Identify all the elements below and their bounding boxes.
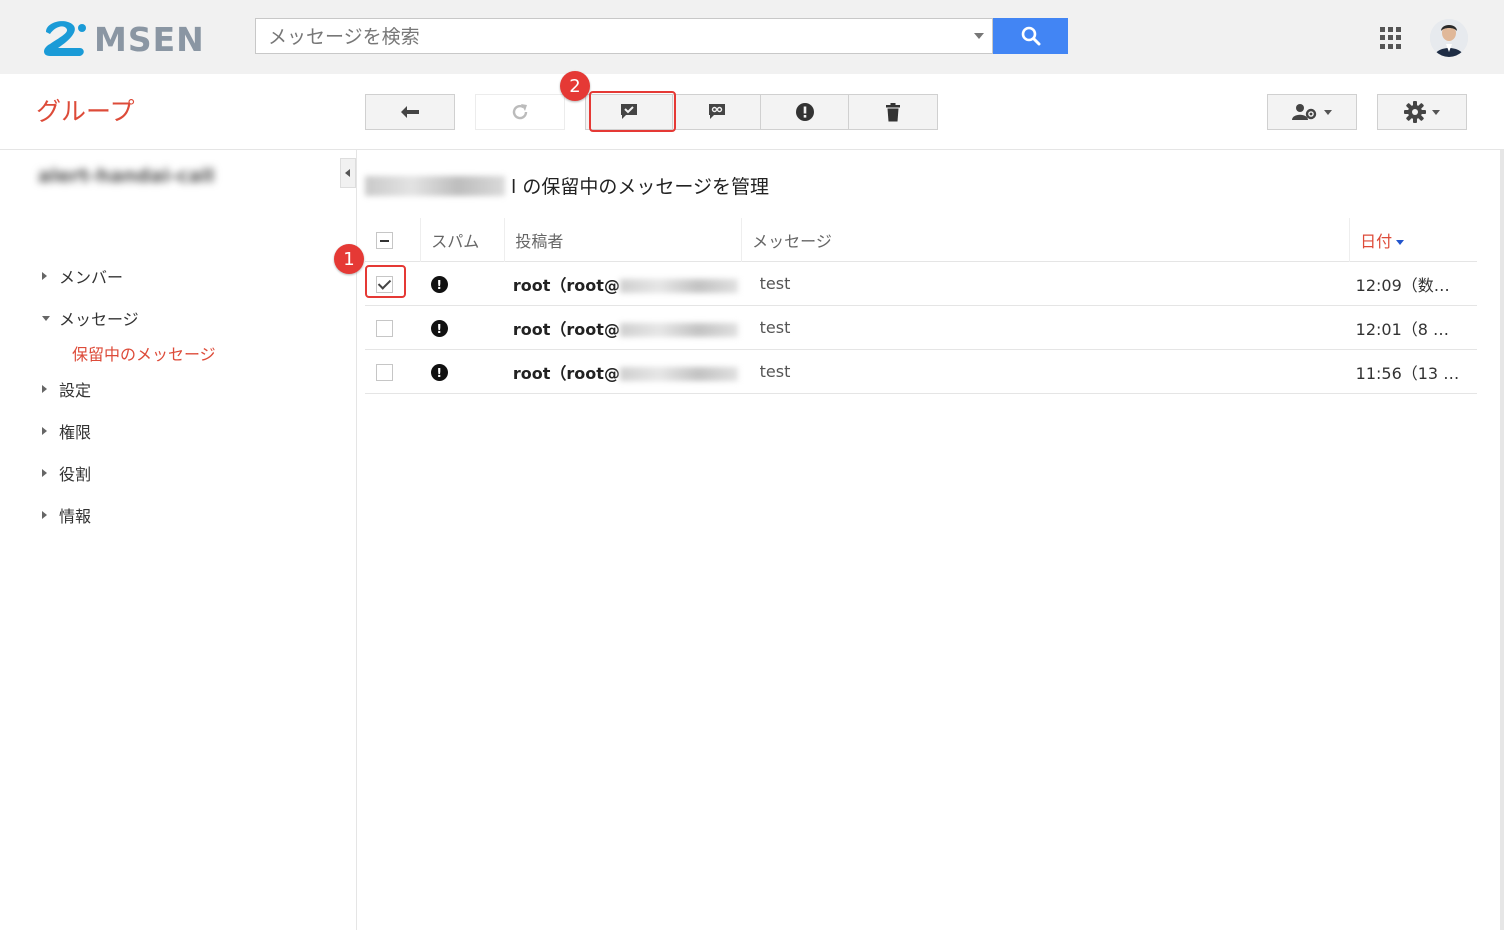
refresh-icon xyxy=(512,104,528,120)
search-button[interactable] xyxy=(993,18,1068,54)
expand-arrow-icon xyxy=(42,511,47,519)
annotation-badge-1: 1 xyxy=(334,244,364,274)
msen-logo[interactable]: MSEN xyxy=(40,18,205,60)
scrollbar[interactable] xyxy=(1500,150,1504,930)
expand-arrow-icon xyxy=(42,385,47,393)
chevron-down-icon xyxy=(1432,109,1440,115)
sort-desc-icon xyxy=(1396,239,1405,245)
redacted-email xyxy=(619,323,738,337)
apps-grid-icon[interactable] xyxy=(1380,27,1402,49)
sidebar-item-messages[interactable]: メッセージ xyxy=(42,306,139,330)
avatar[interactable] xyxy=(1430,19,1468,57)
sidebar-subitem-pending-messages[interactable]: 保留中のメッセージ xyxy=(72,341,216,365)
redacted-group-name xyxy=(365,175,505,196)
people-settings-icon xyxy=(1292,104,1317,120)
reject-message-icon xyxy=(708,104,725,119)
settings-button[interactable] xyxy=(1377,94,1467,130)
page-title[interactable]: グループ xyxy=(36,92,135,128)
expand-arrow-icon xyxy=(42,469,47,477)
table-row[interactable]: ! root（root@ test 12:09（数… xyxy=(365,261,1477,306)
sidebar-item-settings[interactable]: 設定 xyxy=(42,377,91,401)
spam-alert-icon: ! xyxy=(430,364,448,381)
delete-button[interactable] xyxy=(849,94,938,130)
author-cell: root（root@ xyxy=(504,349,742,394)
sidebar-item-label: 設定 xyxy=(59,381,92,400)
date-cell: 12:09（数… xyxy=(1349,261,1477,306)
sidebar-item-roles[interactable]: 役割 xyxy=(42,461,91,485)
main-heading: l の保留中のメッセージを管理 xyxy=(365,172,769,199)
main-heading-text: l の保留中のメッセージを管理 xyxy=(511,176,769,198)
refresh-button[interactable] xyxy=(475,94,565,130)
column-header-message: メッセージ xyxy=(741,218,1350,262)
spam-alert-icon: ! xyxy=(430,276,448,293)
author-cell: root（root@ xyxy=(504,305,742,350)
message-cell: test xyxy=(741,305,1350,350)
annotation-highlight-approve xyxy=(589,91,676,132)
sidebar-item-permissions[interactable]: 権限 xyxy=(42,419,91,443)
search-icon xyxy=(1021,26,1040,46)
trash-icon xyxy=(886,102,900,121)
sidebar-item-label: 権限 xyxy=(59,423,92,442)
redacted-email xyxy=(619,279,738,293)
annotation-highlight-checkbox xyxy=(365,265,406,298)
expand-arrow-icon xyxy=(42,272,47,280)
spam-alert-icon: ! xyxy=(430,320,448,337)
column-header-spam: スパム xyxy=(420,218,505,262)
user-avatar-icon xyxy=(1430,19,1468,57)
sidebar-item-label: 情報 xyxy=(59,507,92,526)
sidebar-item-label: メッセージ xyxy=(59,310,139,329)
report-spam-button[interactable] xyxy=(761,94,849,130)
author-cell: root（root@ xyxy=(504,261,742,306)
back-arrow-icon xyxy=(401,106,419,118)
author-text: root（root@ xyxy=(512,319,620,339)
annotation-badge-2: 2 xyxy=(560,71,590,101)
search-box[interactable] xyxy=(255,18,993,54)
chevron-left-icon xyxy=(345,169,350,177)
date-cell: 11:56（13 … xyxy=(1349,349,1477,394)
column-header-date[interactable]: 日付 xyxy=(1349,218,1477,262)
spam-alert-icon xyxy=(795,103,814,121)
search-options-dropdown-icon[interactable] xyxy=(974,33,984,39)
collapse-sidebar-button[interactable] xyxy=(340,158,356,188)
reject-button[interactable] xyxy=(673,94,761,130)
sidebar-item-label: 役割 xyxy=(59,465,92,484)
table-header-row: スパム 投稿者 メッセージ 日付 xyxy=(365,218,1477,262)
expand-arrow-icon xyxy=(42,427,47,435)
table-row[interactable]: ! root（root@ test 12:01（8 … xyxy=(365,305,1477,350)
column-header-author: 投稿者 xyxy=(504,218,742,262)
chevron-down-icon xyxy=(1324,109,1332,115)
message-cell: test xyxy=(741,349,1350,394)
member-settings-button[interactable] xyxy=(1267,94,1357,130)
select-all-checkbox[interactable] xyxy=(376,232,393,249)
author-text: root（root@ xyxy=(512,275,620,295)
msen-logo-mark xyxy=(44,21,86,56)
row-checkbox[interactable] xyxy=(376,364,393,381)
sidebar-item-label: メンバー xyxy=(59,268,124,287)
message-cell: test xyxy=(741,261,1350,306)
date-cell: 12:01（8 … xyxy=(1349,305,1477,350)
gear-icon xyxy=(1404,101,1426,123)
author-text: root（root@ xyxy=(512,363,620,383)
redacted-email xyxy=(619,367,738,381)
sidebar-item-members[interactable]: メンバー xyxy=(42,264,123,288)
group-name: alert-handai-call xyxy=(38,165,215,187)
search-input[interactable] xyxy=(266,23,960,51)
pending-messages-table: スパム 投稿者 メッセージ 日付 ! root（root@ test 12:09… xyxy=(365,218,1477,394)
back-button[interactable] xyxy=(365,94,455,130)
sidebar-item-info[interactable]: 情報 xyxy=(42,503,91,527)
logo-text: MSEN xyxy=(94,19,205,59)
row-checkbox[interactable] xyxy=(376,320,393,337)
table-row[interactable]: ! root（root@ test 11:56（13 … xyxy=(365,349,1477,394)
column-header-date-label: 日付 xyxy=(1360,231,1393,251)
collapse-arrow-icon xyxy=(42,315,50,321)
